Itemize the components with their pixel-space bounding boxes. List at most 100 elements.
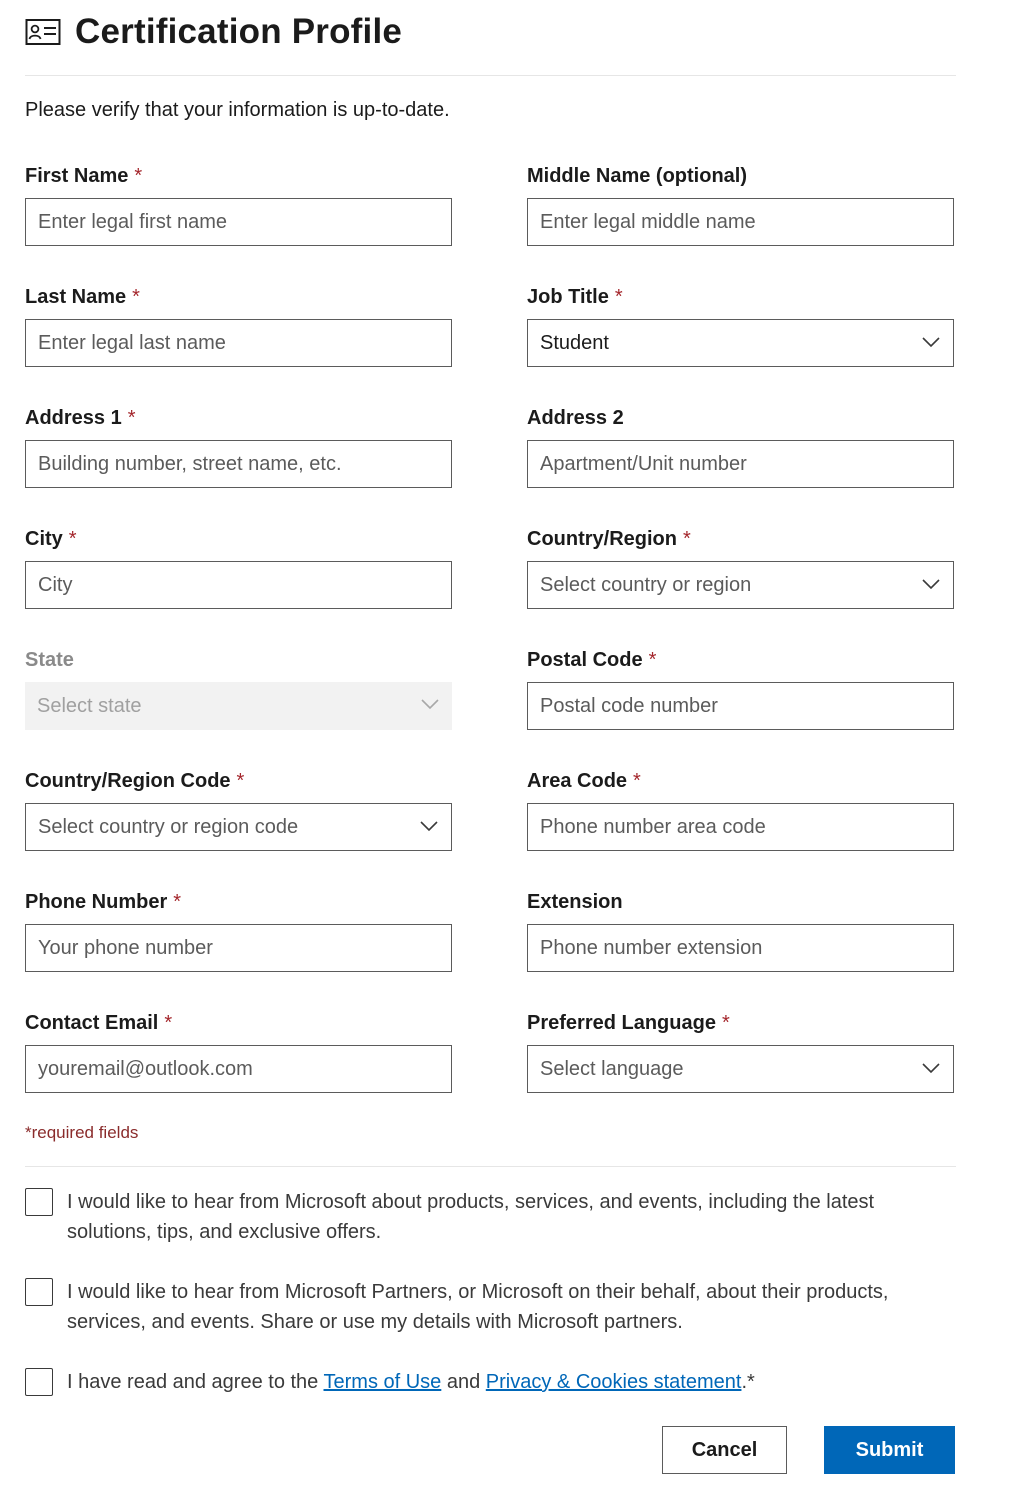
required-asterisk: * [683,528,691,550]
country-code-select[interactable]: Select country or region code [25,803,452,851]
job-title-label: Job Title [527,286,609,308]
microsoft-consent-text: I would like to hear from Microsoft abou… [67,1191,875,1243]
phone-input[interactable]: Your phone number [25,924,452,972]
terms-of-use-link[interactable]: Terms of Use [324,1371,442,1393]
microsoft-consent-row: I would like to hear from Microsoft abou… [25,1188,955,1247]
area-code-input[interactable]: Phone number area code [527,803,954,851]
terms-consent-text: I have read and agree to the Terms of Us… [67,1367,755,1397]
contact-card-icon [25,19,61,45]
country-code-label: Country/Region Code [25,770,231,792]
last-name-placeholder: Enter legal last name [38,331,226,354]
city-field: City * City [25,526,453,609]
email-label: Contact Email [25,1012,159,1034]
intro-text: Please verify that your information is u… [25,99,450,121]
phone-label: Phone Number [25,891,168,913]
required-fields-note: *required fields [25,1123,139,1142]
cancel-button[interactable]: Cancel [662,1426,787,1474]
country-select[interactable]: Select country or region [527,561,954,609]
partners-consent-text: I would like to hear from Microsoft Part… [67,1281,889,1333]
first-name-label: First Name [25,165,129,187]
city-input[interactable]: City [25,561,452,609]
address1-label: Address 1 [25,407,122,429]
postal-code-field: Postal Code * Postal code number [527,647,955,730]
language-label: Preferred Language [527,1012,716,1034]
postal-code-label: Postal Code [527,649,643,671]
country-placeholder: Select country or region [540,573,752,596]
last-name-input[interactable]: Enter legal last name [25,319,452,367]
page-title: Certification Profile [75,12,403,51]
required-asterisk: * [127,407,136,429]
language-placeholder: Select language [540,1057,684,1080]
terms-consent-checkbox[interactable] [25,1368,53,1396]
first-name-input[interactable]: Enter legal first name [25,198,452,246]
email-input[interactable]: youremail@outlook.com [25,1045,452,1093]
email-placeholder: youremail@outlook.com [38,1057,253,1080]
required-asterisk: * [236,770,245,792]
terms-consent-row: I have read and agree to the Terms of Us… [25,1368,955,1397]
country-field: Country/Region * Select country or region [527,526,955,609]
required-asterisk: * [68,528,77,550]
required-asterisk: * [633,770,641,792]
submit-button[interactable]: Submit [824,1426,955,1474]
privacy-statement-link[interactable]: Privacy & Cookies statement [486,1371,742,1393]
area-code-placeholder: Phone number area code [540,815,766,838]
state-placeholder: Select state [37,694,142,717]
first-name-field: First Name * Enter legal first name [25,163,453,246]
area-code-label: Area Code [527,770,628,792]
partners-consent-row: I would like to hear from Microsoft Part… [25,1278,955,1337]
phone-field: Phone Number * Your phone number [25,889,453,972]
email-field: Contact Email * youremail@outlook.com [25,1010,453,1093]
required-asterisk: * [134,165,143,187]
phone-placeholder: Your phone number [38,936,213,959]
terms-prefix: I have read and agree to the [67,1371,324,1393]
job-title-value: Student [540,331,609,354]
language-field: Preferred Language * Select language [527,1010,955,1093]
postal-code-input[interactable]: Postal code number [527,682,954,730]
required-asterisk: * [164,1012,173,1034]
required-asterisk: * [721,1012,730,1034]
city-placeholder: City [38,573,73,596]
chevron-down-icon [922,1063,940,1074]
address2-input[interactable]: Apartment/Unit number [527,440,954,488]
chevron-down-icon [922,337,940,348]
state-label: State [25,649,74,671]
first-name-placeholder: Enter legal first name [38,210,227,233]
last-name-field: Last Name * Enter legal last name [25,284,453,367]
extension-input[interactable]: Phone number extension [527,924,954,972]
last-name-label: Last Name [25,286,127,308]
state-select: Select state [25,682,452,730]
header-divider [25,75,956,76]
country-code-placeholder: Select country or region code [38,815,299,838]
address2-placeholder: Apartment/Unit number [540,452,747,475]
job-title-select[interactable]: Student [527,319,954,367]
address1-input[interactable]: Building number, street name, etc. [25,440,452,488]
required-asterisk: * [173,891,182,913]
required-asterisk: * [614,286,623,308]
address1-field: Address 1 * Building number, street name,… [25,405,453,488]
required-asterisk: * [132,286,140,308]
state-field: State Select state [25,647,453,730]
language-select[interactable]: Select language [527,1045,954,1093]
middle-name-label: Middle Name (optional) [527,165,747,187]
terms-and: and [441,1371,486,1393]
microsoft-consent-checkbox[interactable] [25,1188,53,1216]
area-code-field: Area Code * Phone number area code [527,768,955,851]
middle-name-placeholder: Enter legal middle name [540,210,756,233]
extension-placeholder: Phone number extension [540,936,763,959]
middle-name-input[interactable]: Enter legal middle name [527,198,954,246]
extension-label: Extension [527,891,623,913]
middle-name-field: Middle Name (optional) Enter legal middl… [527,163,955,246]
extension-field: Extension Phone number extension [527,889,955,972]
city-label: City [25,528,63,550]
terms-suffix: .* [741,1371,755,1393]
section-divider [25,1166,956,1167]
address2-field: Address 2 Apartment/Unit number [527,405,955,488]
required-asterisk: * [648,649,657,671]
chevron-down-icon [922,579,940,590]
page-header: Certification Profile [25,12,402,52]
job-title-field: Job Title * Student [527,284,955,367]
country-label: Country/Region [527,528,677,550]
partners-consent-checkbox[interactable] [25,1278,53,1306]
chevron-down-icon [420,821,438,832]
postal-code-placeholder: Postal code number [540,694,718,717]
